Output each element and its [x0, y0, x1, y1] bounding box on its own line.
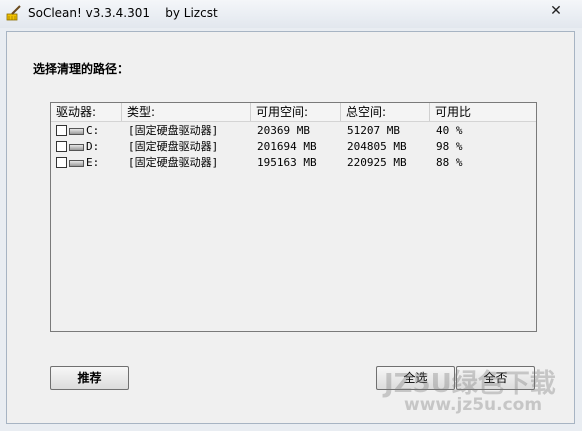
column-header-free-space[interactable]: 可用空间: — [251, 103, 341, 121]
drive-type: [固定硬盘驱动器] — [128, 124, 219, 137]
drive-type: [固定硬盘驱动器] — [128, 156, 219, 169]
hard-drive-icon — [69, 160, 84, 167]
hard-drive-icon — [69, 144, 84, 151]
drive-letter: E: — [86, 156, 100, 169]
watermark-url: www.jz5u.com — [404, 395, 543, 415]
drive-checkbox[interactable] — [56, 125, 67, 136]
column-header-free-ratio[interactable]: 可用比 — [430, 103, 536, 121]
path-label: 选择清理的路径： — [33, 62, 130, 76]
column-header-total-space[interactable]: 总空间: — [341, 103, 430, 121]
drive-total-space: 204805 MB — [347, 140, 407, 153]
drive-row-c[interactable]: C: [固定硬盘驱动器] 20369 MB 51207 MB 40 % — [51, 123, 536, 139]
column-header-drive[interactable]: 驱动器: — [51, 103, 122, 121]
drive-total-space: 51207 MB — [347, 124, 400, 137]
hard-drive-icon — [69, 128, 84, 135]
recommend-button[interactable]: 推荐 — [50, 366, 129, 390]
list-header: 驱动器: 类型: 可用空间: 总空间: 可用比 — [51, 103, 536, 122]
close-button[interactable]: ✕ — [546, 2, 566, 20]
drive-letter: C: — [86, 124, 100, 137]
drive-total-space: 220925 MB — [347, 156, 407, 169]
drive-free-ratio: 98 % — [436, 140, 463, 153]
drive-letter: D: — [86, 140, 100, 153]
drive-list[interactable]: 驱动器: 类型: 可用空间: 总空间: 可用比 C: [固定硬盘驱动器] 203… — [50, 102, 537, 332]
drive-row-d[interactable]: D: [固定硬盘驱动器] 201694 MB 204805 MB 98 % — [51, 139, 536, 155]
window-title: SoClean! v3.3.4.301 by Lizcst — [28, 6, 218, 20]
broom-app-icon — [6, 5, 21, 21]
drive-checkbox[interactable] — [56, 157, 67, 168]
title-bar: SoClean! v3.3.4.301 by Lizcst ✕ — [0, 0, 582, 28]
drive-type: [固定硬盘驱动器] — [128, 140, 219, 153]
close-icon: ✕ — [550, 3, 562, 19]
drive-checkbox[interactable] — [56, 141, 67, 152]
column-header-type[interactable]: 类型: — [122, 103, 251, 121]
drive-free-ratio: 40 % — [436, 124, 463, 137]
drive-free-ratio: 88 % — [436, 156, 463, 169]
drive-free-space: 201694 MB — [257, 140, 317, 153]
drive-row-e[interactable]: E: [固定硬盘驱动器] 195163 MB 220925 MB 88 % — [51, 155, 536, 171]
drive-free-space: 195163 MB — [257, 156, 317, 169]
drive-free-space: 20369 MB — [257, 124, 310, 137]
